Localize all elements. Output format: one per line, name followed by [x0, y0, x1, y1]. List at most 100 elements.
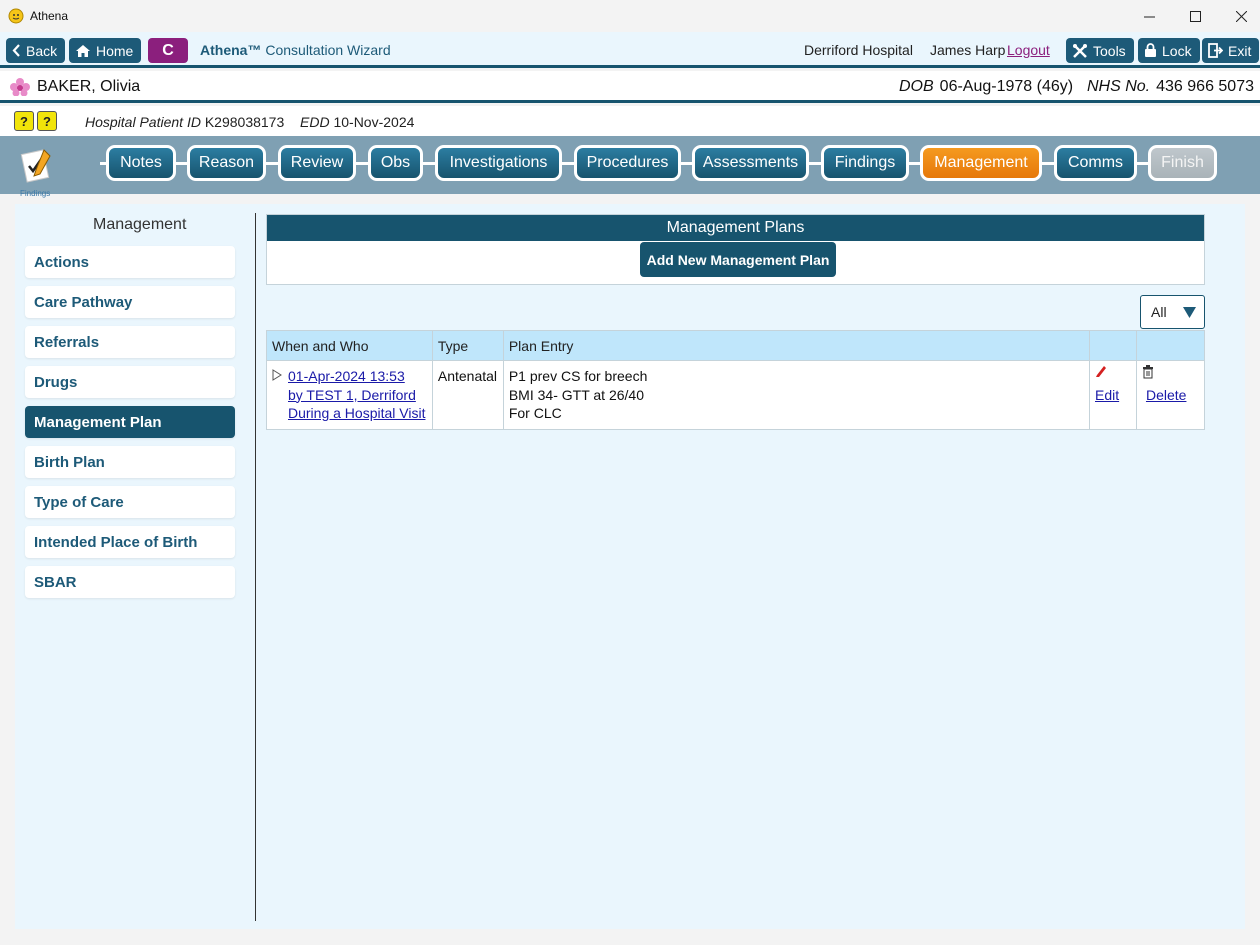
step-findings[interactable]: Findings: [821, 145, 909, 181]
findings-icon: Findings: [20, 146, 54, 198]
maximize-icon: [1189, 10, 1201, 22]
tools-label: Tools: [1093, 42, 1126, 59]
sidebar-title: Management: [93, 216, 187, 233]
panel-title: Management Plans: [267, 215, 1204, 241]
col-edit: [1089, 330, 1137, 361]
step-notes[interactable]: Notes: [106, 145, 176, 181]
step-finish[interactable]: Finish: [1148, 145, 1217, 181]
main-content: Management Actions Care Pathway Referral…: [15, 204, 1245, 929]
step-comms[interactable]: Comms: [1054, 145, 1137, 181]
edd-label: EDD: [300, 114, 330, 130]
sidebar-item-actions[interactable]: Actions: [25, 246, 235, 278]
sidebar-item-sbar[interactable]: SBAR: [25, 566, 235, 598]
plan-line1: P1 prev CS for breech: [508, 368, 648, 384]
home-button[interactable]: Home: [69, 38, 142, 63]
window-title: Athena: [30, 9, 69, 23]
help-icon[interactable]: ?: [37, 111, 57, 131]
findings-icon-label: Findings: [20, 189, 51, 198]
cell-edit: Edit: [1089, 360, 1137, 430]
edit-link[interactable]: Edit: [1095, 387, 1119, 403]
tools-icon: [1073, 43, 1087, 58]
chevron-left-icon: [12, 44, 20, 57]
edd-value: 10-Nov-2024: [333, 114, 415, 130]
close-icon: [1235, 10, 1247, 22]
plan-line2: BMI 34- GTT at 26/40: [508, 386, 644, 403]
step-investigations[interactable]: Investigations: [435, 145, 562, 181]
step-management[interactable]: Management: [920, 145, 1042, 181]
tools-button[interactable]: Tools: [1066, 38, 1134, 63]
patient-dob: DOB 06-Aug-1978 (46y): [899, 78, 1073, 96]
lock-label: Lock: [1162, 42, 1192, 59]
minimize-button[interactable]: [1126, 0, 1172, 32]
cell-type: Antenatal: [431, 360, 504, 430]
step-obs[interactable]: Obs: [368, 145, 423, 181]
exit-label: Exit: [1228, 42, 1252, 59]
filter-select[interactable]: All: [1140, 295, 1205, 329]
cell-when-and-who: 01-Apr-2024 13:53 by TEST 1, Derriford D…: [266, 360, 433, 430]
minimize-icon: [1143, 16, 1155, 17]
athena-app-icon: [8, 8, 24, 24]
sidebar-item-intended-place-of-birth[interactable]: Intended Place of Birth: [25, 526, 235, 558]
window-titlebar: Athena: [0, 0, 1260, 32]
dob-value: 06-Aug-1978 (46y): [939, 78, 1074, 95]
wizard-title: Athena™ Consultation Wizard: [200, 42, 391, 58]
logout-link[interactable]: Logout: [1007, 42, 1050, 58]
add-management-plan-button[interactable]: Add New Management Plan: [640, 242, 836, 277]
col-plan-entry: Plan Entry: [502, 330, 1091, 361]
edd: EDD 10-Nov-2024: [300, 114, 414, 130]
hpid-value: K298038173: [204, 114, 285, 130]
management-plans-table: When and Who Type Plan Entry 01-Apr-2024…: [266, 330, 1206, 430]
top-navigation: Back Home C Athena™ Consultation Wizard …: [0, 32, 1260, 68]
close-button[interactable]: [1218, 0, 1260, 32]
when-link-line1[interactable]: 01-Apr-2024 13:53: [288, 367, 425, 386]
sidebar-divider: [255, 213, 256, 921]
plan-line3: For CLC: [508, 405, 562, 421]
sidebar-item-care-pathway[interactable]: Care Pathway: [25, 286, 235, 318]
when-link-line3[interactable]: During a Hospital Visit: [288, 404, 425, 423]
cell-delete: Delete: [1135, 360, 1206, 430]
trash-icon: [1142, 365, 1153, 379]
question-list-icon[interactable]: ?: [14, 111, 34, 131]
step-assessments[interactable]: Assessments: [692, 145, 809, 181]
sidebar-item-type-of-care[interactable]: Type of Care: [25, 486, 235, 518]
wizard-title-text: Consultation Wizard: [265, 42, 391, 58]
delete-link[interactable]: Delete: [1146, 387, 1186, 403]
when-link-line2[interactable]: by TEST 1, Derriford: [288, 386, 425, 405]
pencil-icon: [1096, 366, 1106, 377]
hospital-name: Derriford Hospital: [804, 42, 913, 58]
table-row: 01-Apr-2024 13:53 by TEST 1, Derriford D…: [266, 360, 1206, 430]
c-button[interactable]: C: [148, 38, 188, 63]
user-name: James Harp: [930, 42, 1006, 58]
sidebar-item-birth-plan[interactable]: Birth Plan: [25, 446, 235, 478]
nhs-value: 436 966 5073: [1156, 78, 1254, 95]
sidebar-item-referrals[interactable]: Referrals: [25, 326, 235, 358]
lock-icon: [1145, 43, 1156, 57]
lock-button[interactable]: Lock: [1138, 38, 1200, 63]
table-header-row: When and Who Type Plan Entry: [266, 330, 1206, 361]
col-delete: [1135, 330, 1206, 361]
hospital-patient-id: Hospital Patient ID K298038173: [85, 114, 284, 130]
back-label: Back: [26, 42, 58, 59]
sidebar-item-drugs[interactable]: Drugs: [25, 366, 235, 398]
step-review[interactable]: Review: [278, 145, 356, 181]
home-icon: [76, 44, 90, 57]
cell-plan-entry: P1 prev CS for breech BMI 34- GTT at 26/…: [502, 360, 1091, 430]
patient-nhs: NHS No. 436 966 5073: [1087, 78, 1254, 96]
maximize-button[interactable]: [1172, 0, 1218, 32]
step-reason[interactable]: Reason: [187, 145, 266, 181]
hpid-label: Hospital Patient ID: [85, 114, 201, 130]
patient-name: BAKER, Olivia: [37, 78, 141, 95]
filter-value: All: [1151, 304, 1167, 320]
expand-triangle-icon[interactable]: [272, 369, 282, 381]
notepad-icon: [20, 149, 51, 183]
exit-icon: [1208, 43, 1223, 58]
management-plans-panel: Management Plans Add New Management Plan: [266, 214, 1205, 285]
wizard-brand: Athena™: [200, 42, 262, 58]
col-type: Type: [431, 330, 504, 361]
exit-button[interactable]: Exit: [1202, 38, 1260, 63]
flower-icon: [10, 78, 30, 96]
sidebar-item-management-plan[interactable]: Management Plan: [25, 406, 235, 438]
nhs-label: NHS No.: [1087, 78, 1151, 95]
back-button[interactable]: Back: [6, 38, 66, 63]
step-procedures[interactable]: Procedures: [574, 145, 681, 181]
